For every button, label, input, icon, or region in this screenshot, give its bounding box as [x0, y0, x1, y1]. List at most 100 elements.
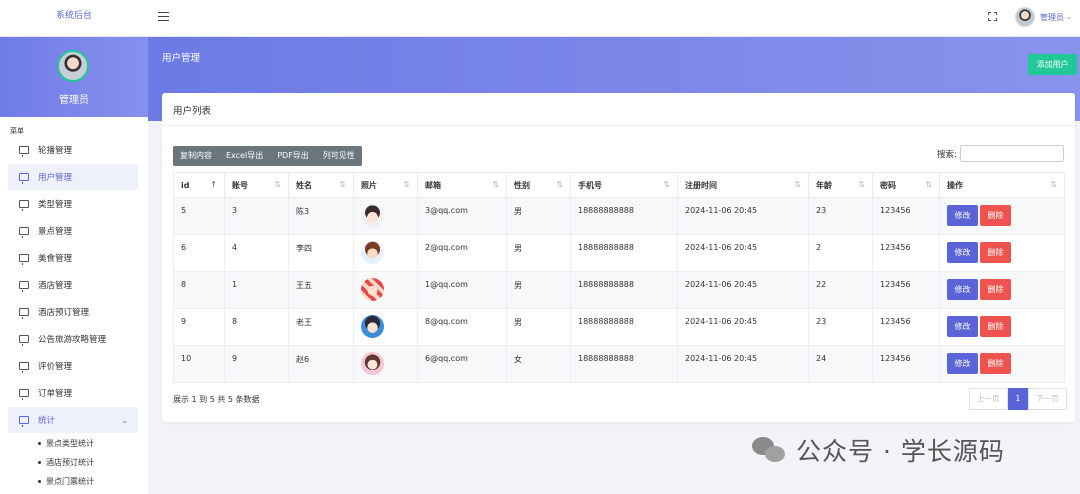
next-page-button[interactable]: 下一页 — [1028, 388, 1067, 410]
sidebar-item-label: 公告旅游攻略管理 — [38, 335, 107, 345]
cell-register-time: 2024-11-06 20:45 — [677, 271, 809, 309]
cell-photo — [353, 308, 418, 346]
edit-button[interactable]: 修改 — [947, 316, 978, 337]
column-header-account[interactable]: 账号 ⇅ — [224, 172, 289, 198]
cell-phone: 18888888888 — [570, 197, 678, 235]
column-header-email[interactable]: 邮箱 ⇅ — [417, 172, 507, 198]
sidebar: 管理员 菜单 轮播管理 用户管理 类型管理 景点管理 美食管理 酒店管理 酒店预… — [0, 37, 148, 494]
cell-email: 2@qq.com — [417, 234, 507, 272]
sidebar-item-hotel-booking[interactable]: 酒店预订管理 — [8, 299, 138, 325]
edit-button[interactable]: 修改 — [947, 242, 978, 263]
edit-button[interactable]: 修改 — [947, 205, 978, 226]
cell-actions: 修改 删除 — [939, 308, 1065, 346]
sidebar-item-notices[interactable]: 公告旅游攻略管理 — [8, 326, 138, 352]
sidebar-item-scenic[interactable]: 景点管理 — [8, 218, 138, 244]
user-photo — [361, 241, 384, 264]
cell-photo — [353, 197, 418, 235]
sidebar-subitem-label: 酒店预订统计 — [46, 458, 94, 467]
page-1-button[interactable]: 1 — [1007, 388, 1029, 410]
column-header-age[interactable]: 年龄 ⇅ — [808, 172, 873, 198]
delete-button[interactable]: 删除 — [980, 242, 1011, 263]
pdf-export-button[interactable]: PDF导出 — [270, 146, 316, 166]
sort-icon: ⇅ — [339, 180, 346, 189]
sidebar-user-name: 管理员 — [59, 95, 89, 106]
pagination: 上一页 1 下一页 — [969, 388, 1067, 410]
sidebar-item-food[interactable]: 美食管理 — [8, 245, 138, 271]
cell-phone: 18888888888 — [570, 308, 678, 346]
column-header-name[interactable]: 姓名 ⇅ — [288, 172, 354, 198]
sidebar-item-label: 酒店管理 — [38, 281, 73, 291]
column-visibility-button[interactable]: 列可见性 — [316, 146, 362, 166]
cell-phone: 18888888888 — [570, 234, 678, 272]
cell-phone: 18888888888 — [570, 345, 678, 383]
sidebar-item-carousel[interactable]: 轮播管理 — [8, 137, 138, 163]
sidebar-item-users[interactable]: 用户管理 — [8, 164, 138, 190]
sidebar-item-label: 统计 — [38, 416, 56, 426]
sidebar-item-orders[interactable]: 订单管理 — [8, 380, 138, 406]
brand-title[interactable]: 系统后台 — [0, 0, 148, 37]
column-header-gender[interactable]: 性别 ⇅ — [506, 172, 571, 198]
delete-button[interactable]: 删除 — [980, 353, 1011, 374]
chevron-down-icon: ⌄ — [1066, 13, 1072, 21]
cell-register-time: 2024-11-06 20:45 — [677, 234, 809, 272]
monitor-icon — [19, 146, 29, 157]
fullscreen-icon[interactable] — [988, 12, 997, 21]
cell-email: 1@qq.com — [417, 271, 507, 309]
edit-button[interactable]: 修改 — [947, 279, 978, 300]
prev-page-button[interactable]: 上一页 — [969, 388, 1008, 410]
sidebar-item-label: 轮播管理 — [38, 146, 73, 156]
sidebar-item-types[interactable]: 类型管理 — [8, 191, 138, 217]
sidebar-item-hotel[interactable]: 酒店管理 — [8, 272, 138, 298]
copy-button[interactable]: 复制内容 — [173, 146, 219, 166]
column-header-password[interactable]: 密码 ⇅ — [872, 172, 940, 198]
cell-photo — [353, 345, 418, 383]
cell-name: 陈3 — [288, 197, 354, 235]
sidebar-subitem-scenic-type-stats[interactable]: 景点类型统计 — [0, 434, 148, 453]
sidebar-item-reviews[interactable]: 评价管理 — [8, 353, 138, 379]
column-header-photo[interactable]: 照片 ⇅ — [353, 172, 418, 198]
cell-age: 23 — [808, 308, 873, 346]
sort-icon: ⇅ — [794, 180, 801, 189]
sidebar-subitem-hotel-booking-stats[interactable]: 酒店预订统计 — [0, 453, 148, 472]
cell-gender: 男 — [506, 271, 571, 309]
cell-name: 赵6 — [288, 345, 354, 383]
edit-button[interactable]: 修改 — [947, 353, 978, 374]
sort-icon: ⇅ — [925, 180, 932, 189]
column-header-actions[interactable]: 操作 ⇅ — [939, 172, 1065, 198]
monitor-icon — [19, 362, 29, 373]
cell-email: 6@qq.com — [417, 345, 507, 383]
cell-register-time: 2024-11-06 20:45 — [677, 345, 809, 383]
user-menu[interactable]: 管理员 ⌄ — [1015, 7, 1072, 27]
cell-id: 10 — [173, 345, 225, 383]
sidebar-subitem-label: 景点门票统计 — [46, 477, 94, 486]
sidebar-item-label: 评价管理 — [38, 362, 73, 372]
cell-photo — [353, 271, 418, 309]
avatar — [1015, 7, 1035, 27]
column-header-phone[interactable]: 手机号 ⇅ — [570, 172, 678, 198]
excel-export-button[interactable]: Excel导出 — [219, 146, 270, 166]
cell-name: 王五 — [288, 271, 354, 309]
delete-button[interactable]: 删除 — [980, 279, 1011, 300]
monitor-icon — [19, 200, 29, 211]
column-header-id[interactable]: id ↑ — [173, 172, 225, 198]
cell-password: 123456 — [872, 234, 940, 272]
menu-toggle-icon[interactable] — [158, 12, 169, 21]
column-header-register-time[interactable]: 注册时间 ⇅ — [677, 172, 809, 198]
avatar — [57, 50, 89, 82]
mail-icon — [19, 416, 29, 427]
sidebar-subitem-ticket-stats[interactable]: 景点门票统计 — [0, 472, 148, 491]
delete-button[interactable]: 删除 — [980, 205, 1011, 226]
table-row: 9 8 老王 8@qq.com 男 18888888888 2024-11-06 20:45… — [173, 308, 1065, 346]
sidebar-profile: 管理员 — [0, 37, 148, 117]
sort-icon: ⇅ — [556, 180, 563, 189]
table-row: 10 9 赵6 6@qq.com 女 18888888888 2024-11-06 20:4… — [173, 345, 1065, 383]
add-user-button[interactable]: 添加用户 — [1028, 54, 1077, 75]
table-info: 展示 1 到 5 共 5 条数据 — [173, 395, 260, 404]
user-list-card: 用户列表 复制内容 Excel导出 PDF导出 列可见性 搜索: id ↑ 账号 ⇅… — [162, 93, 1075, 422]
search-input[interactable] — [960, 145, 1064, 162]
cell-register-time: 2024-11-06 20:45 — [677, 197, 809, 235]
delete-button[interactable]: 删除 — [980, 316, 1011, 337]
sidebar-subitem-label: 景点类型统计 — [46, 439, 94, 448]
cell-actions: 修改 删除 — [939, 271, 1065, 309]
sidebar-item-stats[interactable]: 统计 ⌄ — [8, 407, 138, 433]
